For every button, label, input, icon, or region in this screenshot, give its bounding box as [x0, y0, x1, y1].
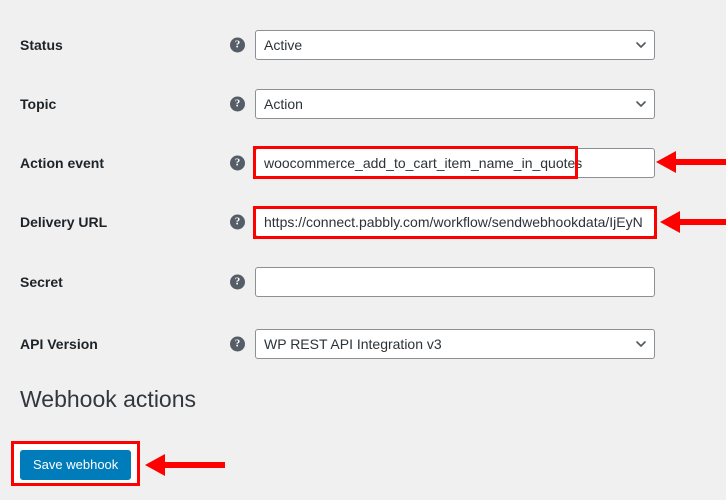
chevron-down-icon — [636, 41, 646, 51]
help-icon-topic[interactable]: ? — [230, 96, 245, 111]
label-secret: Secret — [20, 273, 63, 290]
webhook-actions-heading: Webhook actions — [20, 386, 197, 412]
field-wrap-action-event: woocommerce_add_to_cart_item_name_in_quo… — [255, 147, 655, 178]
field-wrap-secret — [255, 266, 655, 297]
annotation-arrow-save-button — [145, 452, 225, 478]
label-action-event: Action event — [20, 154, 105, 171]
delivery-url-input[interactable]: https://connect.pabbly.com/workflow/send… — [255, 206, 655, 237]
form-row-action-event: Action event ? woocommerce_add_to_cart_i… — [0, 133, 726, 192]
help-icon-delivery-url[interactable]: ? — [230, 214, 245, 229]
save-webhook-button[interactable]: Save webhook — [20, 450, 132, 480]
form-row-status: Status ? Active — [0, 15, 726, 74]
field-wrap-topic: Action — [255, 88, 655, 119]
form-row-topic: Topic ? Action — [0, 74, 726, 133]
api-version-select[interactable]: WP REST API Integration v3 — [255, 328, 655, 359]
label-api-version: API Version — [20, 335, 98, 352]
field-wrap-delivery-url: https://connect.pabbly.com/workflow/send… — [255, 206, 655, 237]
save-webhook-area: Save webhook — [0, 438, 726, 498]
status-select-value: Active — [264, 36, 303, 53]
form-row-secret: Secret ? — [0, 252, 726, 311]
form-row-api-version: API Version ? WP REST API Integration v3 — [0, 314, 726, 373]
topic-select[interactable]: Action — [255, 88, 655, 119]
help-icon-api-version[interactable]: ? — [230, 336, 245, 351]
action-event-input[interactable]: woocommerce_add_to_cart_item_name_in_quo… — [255, 147, 655, 178]
label-topic: Topic — [20, 95, 57, 112]
help-icon-action-event[interactable]: ? — [230, 155, 245, 170]
status-select[interactable]: Active — [255, 29, 655, 60]
chevron-down-icon — [636, 100, 646, 110]
help-icon-status[interactable]: ? — [230, 37, 245, 52]
topic-select-value: Action — [264, 95, 303, 112]
label-status: Status — [20, 36, 63, 53]
chevron-down-icon — [636, 340, 646, 350]
secret-input[interactable] — [255, 266, 655, 297]
form-row-delivery-url: Delivery URL ? https://connect.pabbly.co… — [0, 192, 726, 251]
label-delivery-url: Delivery URL — [20, 213, 108, 230]
field-wrap-api-version: WP REST API Integration v3 — [255, 328, 655, 359]
field-wrap-status: Active — [255, 29, 655, 60]
help-icon-secret[interactable]: ? — [230, 274, 245, 289]
api-version-select-value: WP REST API Integration v3 — [264, 335, 442, 352]
